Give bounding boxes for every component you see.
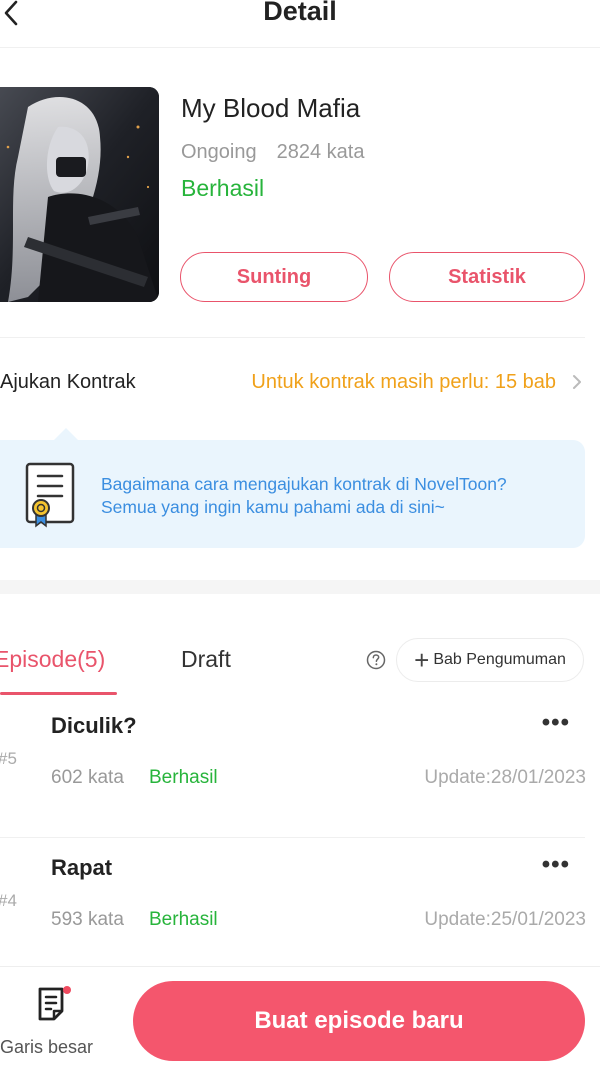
tab-episode[interactable]: Episode(5) [0, 646, 105, 673]
section-divider [0, 580, 600, 594]
book-status: Berhasil [181, 175, 265, 201]
episode-word-count: 593 kata [51, 909, 124, 930]
episode-row[interactable]: #4 Rapat ••• 593 kata Berhasil Update:25… [0, 839, 600, 979]
active-tab-indicator [0, 692, 117, 695]
create-episode-button[interactable]: Buat episode baru [133, 981, 585, 1061]
divider [0, 337, 585, 338]
add-announcement-button[interactable]: + Bab Pengumuman [396, 638, 584, 682]
info-card-pointer [54, 428, 78, 440]
contract-help-card[interactable]: Bagaimana cara mengajukan kontrak di Nov… [0, 440, 585, 548]
book-cover[interactable] [0, 87, 159, 302]
contract-help-line-2: Semua yang ingin kamu pahami ada di sini… [101, 497, 445, 517]
contract-row[interactable]: Ajukan Kontrak Untuk kontrak masih perlu… [0, 355, 600, 411]
outline-button[interactable]: Garis besar [0, 983, 110, 1063]
notification-dot [63, 986, 71, 994]
book-word-count: 2824 kata [276, 141, 365, 163]
add-announcement-label: Bab Pengumuman [433, 651, 566, 668]
contract-requirement: Untuk kontrak masih perlu: 15 bab [251, 371, 556, 393]
episode-word-count: 602 kata [51, 767, 124, 788]
edit-button[interactable]: Sunting [180, 252, 368, 302]
book-info: My Blood Mafia Ongoing 2824 kata Berhasil… [0, 87, 600, 302]
episode-status: Berhasil [149, 767, 218, 788]
book-title: My Blood Mafia [181, 93, 361, 123]
book-meta: Ongoing 2824 kata [181, 141, 364, 164]
top-bar: Detail [0, 0, 600, 48]
plus-icon: + [414, 645, 430, 675]
contract-help-text: Bagaimana cara mengajukan kontrak di Nov… [101, 473, 507, 519]
certificate-icon [25, 462, 75, 528]
episode-status: Berhasil [149, 909, 218, 930]
outline-label: Garis besar [0, 1037, 94, 1057]
episode-row[interactable]: #5 Diculik? ••• 602 kata Berhasil Update… [0, 697, 600, 837]
episode-number: #5 [0, 749, 17, 768]
episode-update-date: Update:25/01/2023 [424, 909, 586, 930]
episode-title: Rapat [51, 855, 113, 880]
episode-number: #4 [0, 891, 17, 910]
episode-title: Diculik? [51, 713, 137, 738]
bottom-bar: Garis besar Buat episode baru [0, 966, 600, 1067]
cover-illustration [0, 87, 159, 302]
contract-help-line-1: Bagaimana cara mengajukan kontrak di Nov… [101, 474, 507, 494]
contract-label: Ajukan Kontrak [0, 371, 136, 393]
divider [0, 837, 585, 838]
episode-update-date: Update:28/01/2023 [424, 767, 586, 788]
more-options-icon[interactable]: ••• [542, 851, 570, 879]
tab-draft[interactable]: Draft [181, 646, 231, 673]
chevron-right-icon [573, 375, 581, 389]
episode-tabs: Episode(5) Draft + Bab Pengumuman [0, 630, 600, 696]
help-icon[interactable] [366, 650, 386, 670]
book-state: Ongoing [181, 141, 257, 163]
statistics-button[interactable]: Statistik [389, 252, 585, 302]
page-title: Detail [263, 0, 337, 26]
more-options-icon[interactable]: ••• [542, 709, 570, 737]
